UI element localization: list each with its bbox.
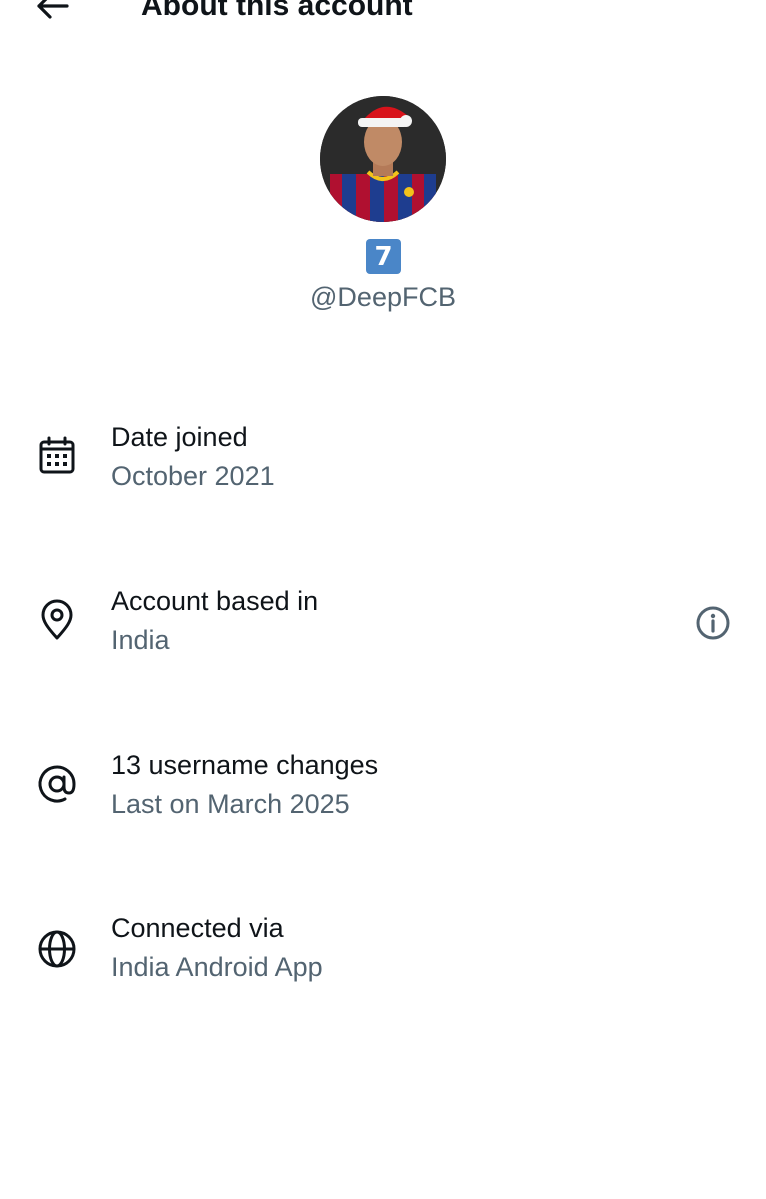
avatar[interactable] [320,96,446,222]
info-row-connected-via: Connected via India Android App [0,911,766,1001]
emoji-badge: 7 [366,239,401,274]
info-row-account-based-in: Account based in India [0,584,766,674]
row-subtitle: October 2021 [111,461,275,491]
arrow-left-icon [37,0,69,19]
page-title: About this account [141,0,413,22]
globe-icon [36,928,78,970]
row-title: Date joined [111,422,248,452]
info-icon [696,606,730,640]
row-subtitle: India [111,625,170,655]
calendar-icon [36,435,78,477]
info-row-username-changes: 13 username changes Last on March 2025 [0,748,766,838]
row-subtitle: India Android App [111,952,323,982]
row-subtitle: Last on March 2025 [111,789,350,819]
info-row-date-joined: Date joined October 2021 [0,420,766,510]
row-title: Connected via [111,913,284,943]
info-button[interactable] [692,602,734,644]
at-sign-icon [36,763,78,805]
location-pin-icon [36,599,78,641]
row-title: 13 username changes [111,750,379,780]
username-handle: @DeepFCB [310,282,456,312]
row-title: Account based in [111,586,319,616]
back-button[interactable] [30,0,74,26]
about-account-page: About this account 7 @DeepFCB Date joine… [0,0,766,1199]
